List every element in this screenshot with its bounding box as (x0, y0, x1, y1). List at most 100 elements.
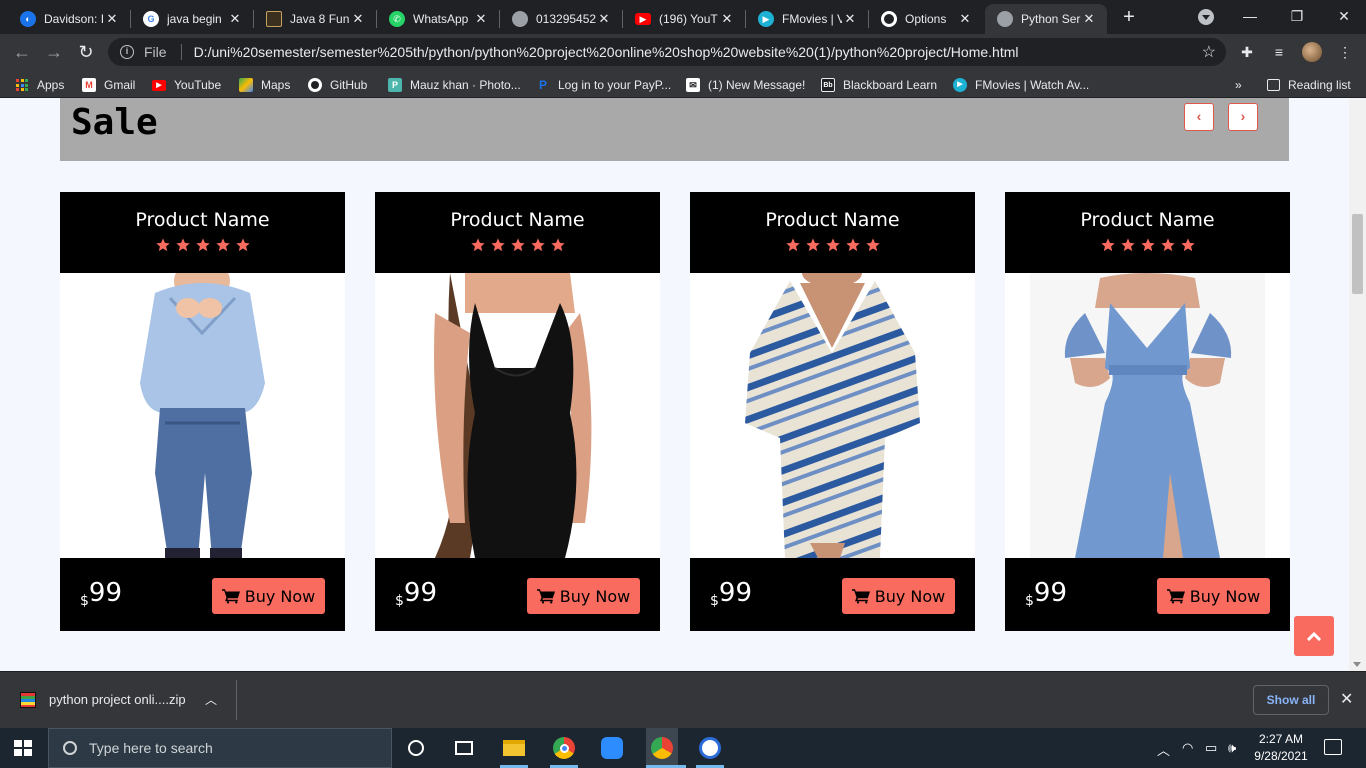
buy-now-label: Buy Now (1189, 586, 1261, 606)
tab-python-server[interactable]: Python Ser ✕ (985, 4, 1107, 34)
download-shelf: python project onli....zip ︿ Show all ✕ (0, 671, 1366, 728)
url-text[interactable]: D:/uni%20semester/semester%205th/python/… (194, 44, 1019, 60)
close-icon[interactable]: ✕ (1340, 689, 1353, 709)
new-tab-button[interactable]: + (1118, 6, 1140, 28)
menu-icon[interactable]: ⋮ (1336, 43, 1354, 61)
show-all-button[interactable]: Show all (1253, 685, 1329, 715)
product-image[interactable] (375, 273, 660, 558)
tab-title: (196) YouT (659, 12, 718, 26)
bookmark-blackboard[interactable]: Bb Blackboard Learn (821, 76, 937, 94)
close-icon[interactable]: ✕ (473, 11, 489, 27)
info-icon[interactable]: i (120, 45, 134, 59)
page-scrollbar[interactable] (1349, 98, 1366, 671)
chrome-profile-icon[interactable] (646, 728, 678, 768)
download-filename[interactable]: python project onli....zip (49, 692, 186, 707)
tab-whatsapp[interactable]: ✆ WhatsApp ✕ (377, 4, 499, 34)
restore-button[interactable]: ❐ (1287, 6, 1307, 26)
chevron-up-icon[interactable]: ︿ (205, 691, 217, 708)
scroll-to-top-button[interactable] (1294, 616, 1334, 656)
chrome-icon[interactable] (552, 736, 576, 760)
task-view-icon[interactable] (452, 736, 476, 760)
buy-now-button[interactable]: Buy Now (212, 578, 325, 614)
media-control-icon[interactable]: ≡ (1270, 43, 1288, 61)
tab-options[interactable]: Options ✕ (869, 4, 983, 34)
reading-list-button[interactable]: Reading list (1267, 76, 1351, 94)
tab-davidson[interactable]: ◐ Davidson: I ✕ (8, 4, 130, 34)
wps-icon[interactable] (698, 736, 722, 760)
tab-fmovies[interactable]: ▶ FMovies | V ✕ (746, 4, 868, 34)
bookmark-maps[interactable]: Maps (239, 76, 290, 94)
cart-icon (1166, 589, 1185, 604)
close-icon[interactable]: ✕ (350, 11, 366, 27)
product-card-header: Product Name (60, 192, 345, 273)
scroll-down-arrow-icon[interactable] (1353, 662, 1361, 667)
tab-youtube[interactable]: ▶ (196) YouT ✕ (623, 4, 745, 34)
reload-button[interactable]: ↻ (75, 41, 97, 63)
system-clock[interactable]: 2:27 AM 9/28/2021 (1252, 731, 1310, 765)
davidson-icon: ◐ (20, 11, 36, 27)
bookmark-fmovies[interactable]: ▶ FMovies | Watch Av... (953, 76, 1089, 94)
bookmark-paypal[interactable]: P Log in to your PayP... (536, 76, 671, 94)
address-bar[interactable]: i File D:/uni%20semester/semester%205th/… (108, 38, 1226, 66)
close-icon[interactable]: ✕ (719, 11, 735, 27)
bookmark-gmail[interactable]: M Gmail (82, 76, 135, 94)
close-icon[interactable]: ✕ (104, 11, 120, 27)
price: $99 (710, 578, 752, 609)
close-icon[interactable]: ✕ (596, 11, 612, 27)
wifi-icon[interactable]: ◠ (1182, 740, 1193, 756)
price: $99 (1025, 578, 1067, 609)
zoom-icon[interactable] (600, 736, 624, 760)
bookmark-mauz-khan[interactable]: P Mauz khan · Photo... (388, 76, 521, 94)
buy-now-label: Buy Now (874, 586, 946, 606)
close-icon[interactable]: ✕ (227, 11, 243, 27)
windows-start-icon[interactable] (14, 740, 32, 756)
zip-file-icon (20, 692, 36, 708)
bookmark-apps[interactable]: Apps (16, 76, 64, 94)
tab-search-icon[interactable] (1198, 9, 1214, 25)
file-explorer-icon[interactable] (502, 736, 526, 760)
buy-now-button[interactable]: Buy Now (527, 578, 640, 614)
product-image[interactable] (1005, 273, 1290, 558)
tab-java8-functional[interactable]: Java 8 Fun ✕ (254, 4, 376, 34)
profile-avatar[interactable] (1302, 42, 1322, 62)
buy-now-button[interactable]: Buy Now (842, 578, 955, 614)
battery-icon[interactable]: ▭ (1205, 740, 1217, 756)
message-icon: ✉ (686, 78, 700, 92)
back-button[interactable]: ← (11, 41, 33, 63)
star-icon (470, 238, 485, 252)
notifications-icon[interactable] (1324, 739, 1342, 755)
buy-now-label: Buy Now (559, 586, 631, 606)
window-close-button[interactable]: ✕ (1334, 6, 1354, 26)
bookmark-youtube[interactable]: ▶ YouTube (152, 76, 221, 94)
extensions-icon[interactable]: ✚ (1238, 43, 1256, 61)
star-icon (805, 238, 820, 252)
minimize-button[interactable]: — (1240, 6, 1260, 26)
carousel-next-button[interactable]: › (1228, 103, 1258, 131)
bookmark-star-icon[interactable]: ☆ (1202, 42, 1216, 62)
price-currency: $ (1025, 593, 1034, 609)
close-icon[interactable]: ✕ (842, 11, 858, 27)
bookmarks-overflow[interactable]: » (1235, 76, 1242, 94)
cart-icon (851, 589, 870, 604)
scrollbar-thumb[interactable] (1352, 214, 1363, 294)
google-icon: G (143, 11, 159, 27)
tab-java-beginner[interactable]: G java begin ✕ (131, 4, 253, 34)
product-image[interactable] (690, 273, 975, 558)
cortana-icon[interactable] (404, 736, 428, 760)
forward-button[interactable]: → (43, 41, 65, 63)
product-card-footer: $99 Buy Now (690, 558, 975, 631)
tab-phone-number[interactable]: 013295452 ✕ (500, 4, 622, 34)
close-icon[interactable]: ✕ (1081, 11, 1097, 27)
bookmark-github[interactable]: GitHub (308, 76, 367, 94)
close-icon[interactable]: ✕ (957, 11, 973, 27)
taskbar-search-box[interactable]: Type here to search (48, 728, 392, 768)
buy-now-button[interactable]: Buy Now (1157, 578, 1270, 614)
star-icon (785, 238, 800, 252)
chevron-up-icon[interactable]: ︿ (1157, 740, 1170, 759)
volume-icon[interactable]: 🕪 (1228, 740, 1236, 756)
price-amount: 99 (88, 578, 123, 608)
bookmark-new-message[interactable]: ✉ (1) New Message! (686, 76, 805, 94)
star-icon (845, 238, 860, 252)
carousel-prev-button[interactable]: ‹ (1184, 103, 1214, 131)
product-image[interactable] (60, 273, 345, 558)
